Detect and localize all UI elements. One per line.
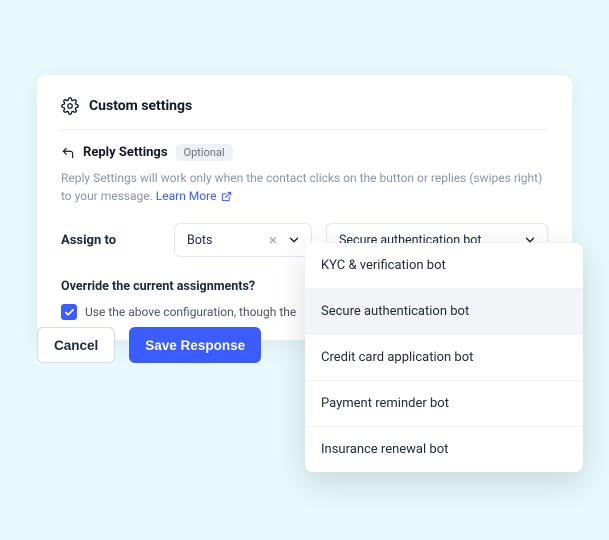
assign-type-select[interactable]: Bots × — [174, 223, 312, 257]
bot-option[interactable]: Insurance renewal bot — [305, 427, 583, 472]
learn-more-text: Learn More — [156, 189, 217, 203]
external-link-icon — [221, 191, 232, 202]
gear-icon — [61, 97, 79, 115]
reply-settings-header: Reply Settings Optional — [61, 144, 548, 161]
save-response-button[interactable]: Save Response — [129, 327, 261, 363]
bot-option[interactable]: Secure authentication bot — [305, 289, 583, 335]
card-header: Custom settings — [61, 97, 548, 130]
assign-to-label: Assign to — [61, 233, 160, 248]
bot-option[interactable]: Payment reminder bot — [305, 381, 583, 427]
reply-desc-text: Reply Settings will work only when the c… — [61, 171, 542, 203]
clear-assign-type-icon[interactable]: × — [265, 233, 281, 248]
chevron-down-icon — [287, 233, 301, 247]
bot-option[interactable]: Credit card application bot — [305, 335, 583, 381]
learn-more-link[interactable]: Learn More — [156, 189, 233, 203]
reply-arrow-icon — [61, 146, 75, 160]
optional-badge: Optional — [176, 144, 233, 161]
cancel-button[interactable]: Cancel — [37, 327, 115, 363]
override-checkbox-label: Use the above configuration, though the — [85, 305, 296, 319]
override-checkbox[interactable] — [61, 304, 77, 320]
bot-dropdown[interactable]: KYC & verification bot Secure authentica… — [305, 243, 583, 472]
bot-option[interactable]: KYC & verification bot — [305, 243, 583, 289]
card-title: Custom settings — [89, 98, 192, 114]
reply-settings-description: Reply Settings will work only when the c… — [61, 169, 548, 205]
assign-type-value: Bots — [187, 233, 212, 248]
action-button-row: Cancel Save Response — [37, 327, 261, 363]
reply-settings-title: Reply Settings — [83, 145, 168, 160]
